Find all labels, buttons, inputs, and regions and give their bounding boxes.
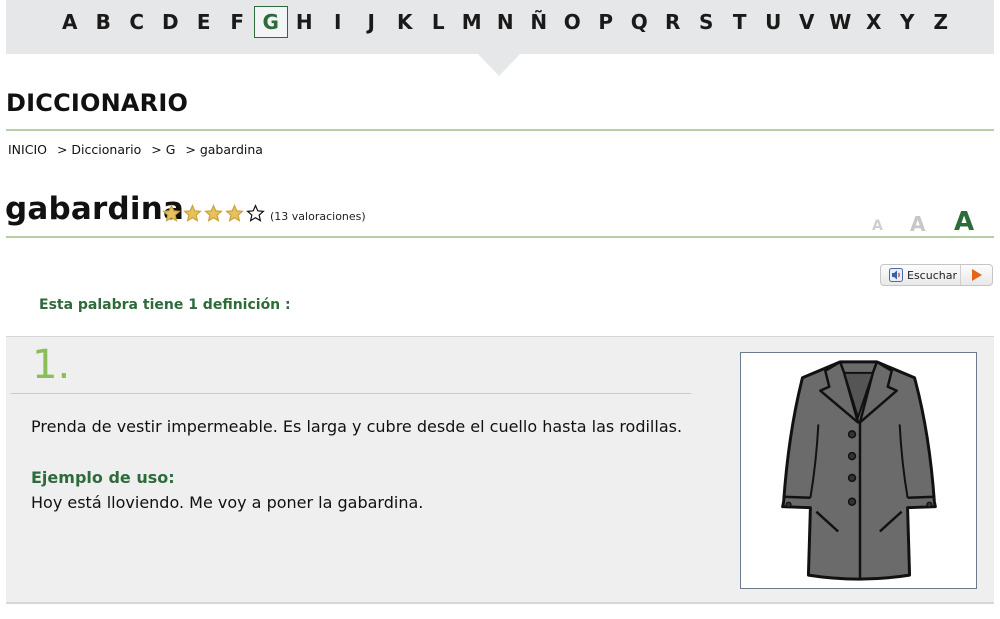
alphabet-letter-j[interactable]: J bbox=[355, 6, 389, 38]
alphabet-letter-t[interactable]: T bbox=[723, 6, 757, 38]
alphabet-letter-y[interactable]: Y bbox=[891, 6, 925, 38]
listen-button[interactable]: Escuchar bbox=[880, 264, 993, 286]
star-filled-icon[interactable] bbox=[162, 204, 181, 223]
speaker-icon bbox=[889, 268, 903, 282]
alphabet-letter-a[interactable]: A bbox=[53, 6, 87, 38]
definition-number: 1. bbox=[32, 342, 71, 388]
alphabet-letter-z[interactable]: Z bbox=[924, 6, 958, 38]
listen-label: Escuchar bbox=[907, 268, 957, 282]
alphabet-pointer bbox=[478, 54, 520, 76]
coat-icon bbox=[781, 360, 937, 581]
breadcrumb-letter-link[interactable]: > G bbox=[151, 142, 175, 157]
alphabet-letter-x[interactable]: X bbox=[857, 6, 891, 38]
alphabet-letter-n[interactable]: N bbox=[489, 6, 523, 38]
alphabet-letter-m[interactable]: M bbox=[455, 6, 489, 38]
alphabet-letter-b[interactable]: B bbox=[87, 6, 121, 38]
star-empty-icon[interactable] bbox=[246, 204, 265, 223]
font-size-large-button[interactable]: A bbox=[954, 207, 974, 237]
breadcrumb-current: > gabardina bbox=[185, 142, 263, 157]
alphabet-letter-k[interactable]: K bbox=[388, 6, 422, 38]
rating-stars[interactable] bbox=[162, 204, 265, 223]
alphabet-letter-c[interactable]: C bbox=[120, 6, 154, 38]
star-filled-icon[interactable] bbox=[204, 204, 223, 223]
alphabet-letter-p[interactable]: P bbox=[589, 6, 623, 38]
alphabet-list: ABCDEFGHIJKLMNÑOPQRSTUVWXYZ bbox=[53, 6, 958, 38]
alphabet-letter-d[interactable]: D bbox=[154, 6, 188, 38]
definition-card: 1. Prenda de vestir impermeable. Es larg… bbox=[6, 336, 994, 604]
alphabet-letter-q[interactable]: Q bbox=[623, 6, 657, 38]
alphabet-letter-l[interactable]: L bbox=[422, 6, 456, 38]
title-divider bbox=[6, 129, 994, 131]
star-filled-icon[interactable] bbox=[225, 204, 244, 223]
example-text: Hoy está lloviendo. Me voy a poner la ga… bbox=[31, 493, 424, 512]
font-size-small-button[interactable]: A bbox=[872, 218, 883, 234]
alphabet-letter-o[interactable]: O bbox=[556, 6, 590, 38]
alphabet-letter-v[interactable]: V bbox=[790, 6, 824, 38]
star-filled-icon[interactable] bbox=[183, 204, 202, 223]
alphabet-letter-r[interactable]: R bbox=[656, 6, 690, 38]
coat-illustration bbox=[740, 352, 977, 589]
alphabet-letter-f[interactable]: F bbox=[221, 6, 255, 38]
definition-divider bbox=[11, 393, 691, 394]
word-divider bbox=[6, 236, 994, 238]
alphabet-letter-i[interactable]: I bbox=[321, 6, 355, 38]
alphabet-letter-ñ[interactable]: Ñ bbox=[522, 6, 556, 38]
breadcrumb-home-link[interactable]: INICIO bbox=[8, 142, 47, 157]
example-label: Ejemplo de uso: bbox=[31, 468, 175, 487]
breadcrumb: INICIO > Diccionario > G > gabardina bbox=[8, 142, 263, 157]
definitions-count: Esta palabra tiene 1 definición : bbox=[39, 297, 291, 313]
entry-word: gabardina bbox=[5, 191, 185, 227]
alphabet-bar: ABCDEFGHIJKLMNÑOPQRSTUVWXYZ bbox=[6, 0, 994, 54]
alphabet-letter-e[interactable]: E bbox=[187, 6, 221, 38]
alphabet-letter-w[interactable]: W bbox=[824, 6, 858, 38]
section-title: DICCIONARIO bbox=[6, 89, 189, 117]
alphabet-letter-u[interactable]: U bbox=[757, 6, 791, 38]
font-size-medium-button[interactable]: A bbox=[910, 212, 925, 236]
breadcrumb-dictionary-link[interactable]: > Diccionario bbox=[57, 142, 141, 157]
alphabet-letter-h[interactable]: H bbox=[288, 6, 322, 38]
play-icon[interactable] bbox=[960, 265, 992, 285]
alphabet-letter-s[interactable]: S bbox=[690, 6, 724, 38]
ratings-count: (13 valoraciones) bbox=[270, 210, 366, 223]
definition-text: Prenda de vestir impermeable. Es larga y… bbox=[31, 417, 683, 436]
alphabet-letter-g[interactable]: G bbox=[254, 6, 288, 38]
